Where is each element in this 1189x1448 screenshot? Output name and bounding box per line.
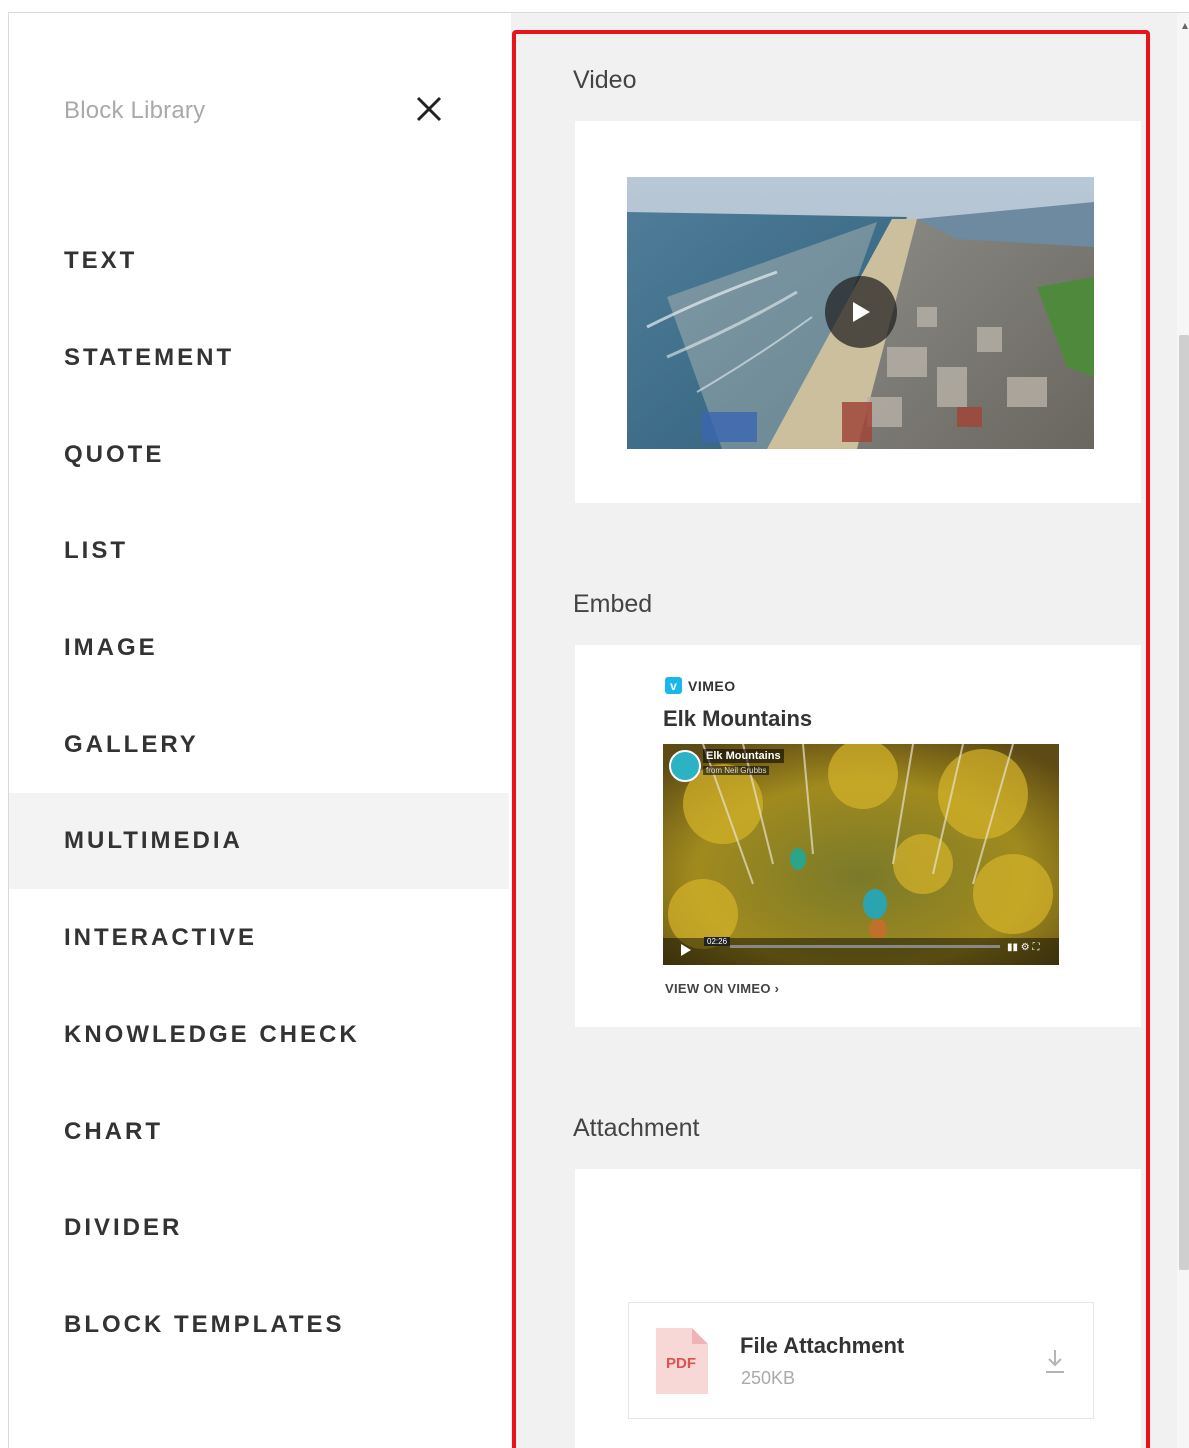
player-overlay-title: Elk Mountains [703,749,784,763]
view-on-vimeo-label: VIEW ON VIMEO [665,981,771,996]
sidebar-item-chart[interactable]: CHART [9,1084,509,1180]
vimeo-icon: v [665,677,682,694]
player-play-icon[interactable] [680,943,692,957]
vimeo-provider: v VIMEO [665,677,736,694]
sidebar-item-text[interactable]: TEXT [9,213,509,309]
channel-avatar [669,750,701,782]
block-library-sidebar: Block Library TEXT STATEMENT QUOTE LIST … [9,13,509,1448]
file-type-label: PDF [666,1355,696,1372]
scroll-up-arrow-icon[interactable] [1181,22,1189,30]
close-button[interactable] [409,89,449,129]
embed-video-player[interactable] [663,744,1059,965]
sidebar-item-interactive[interactable]: INTERACTIVE [9,890,509,986]
sidebar-item-divider[interactable]: DIVIDER [9,1180,509,1276]
video-play-button[interactable] [825,276,897,348]
embed-title: Elk Mountains [663,706,813,731]
close-icon[interactable] [409,89,449,129]
attachment-size: 250KB [741,1368,796,1388]
sidebar-item-image[interactable]: IMAGE [9,600,509,696]
section-label-embed: Embed [573,590,653,618]
play-icon [853,302,870,322]
player-progress-bar[interactable] [730,945,1000,948]
player-time: 02:26 [704,937,731,946]
sidebar-item-block-templates[interactable]: BLOCK TEMPLATES [9,1277,509,1373]
section-label-attachment: Attachment [573,1114,700,1142]
sidebar-title: Block Library [64,97,206,124]
player-overlay-subtitle: from Neil Grubbs [703,766,770,775]
player-settings-icon[interactable]: ▮▮ ⚙ ⛶ [1007,942,1040,953]
sidebar-item-list[interactable]: LIST [9,503,509,599]
chevron-right-icon: › [774,981,780,996]
attachment-name: File Attachment [740,1333,905,1358]
download-icon[interactable] [1043,1347,1067,1375]
scrollbar-thumb[interactable] [1179,335,1189,1270]
section-label-video: Video [573,66,637,94]
sidebar-item-multimedia[interactable]: MULTIMEDIA [9,793,509,889]
provider-name: VIMEO [688,677,736,694]
sidebar-item-statement[interactable]: STATEMENT [9,310,509,406]
view-on-vimeo-link[interactable]: VIEW ON VIMEO › [665,981,779,996]
sidebar-item-quote[interactable]: QUOTE [9,407,509,503]
sidebar-item-knowledge-check[interactable]: KNOWLEDGE CHECK [9,987,509,1083]
sidebar-item-gallery[interactable]: GALLERY [9,697,509,793]
